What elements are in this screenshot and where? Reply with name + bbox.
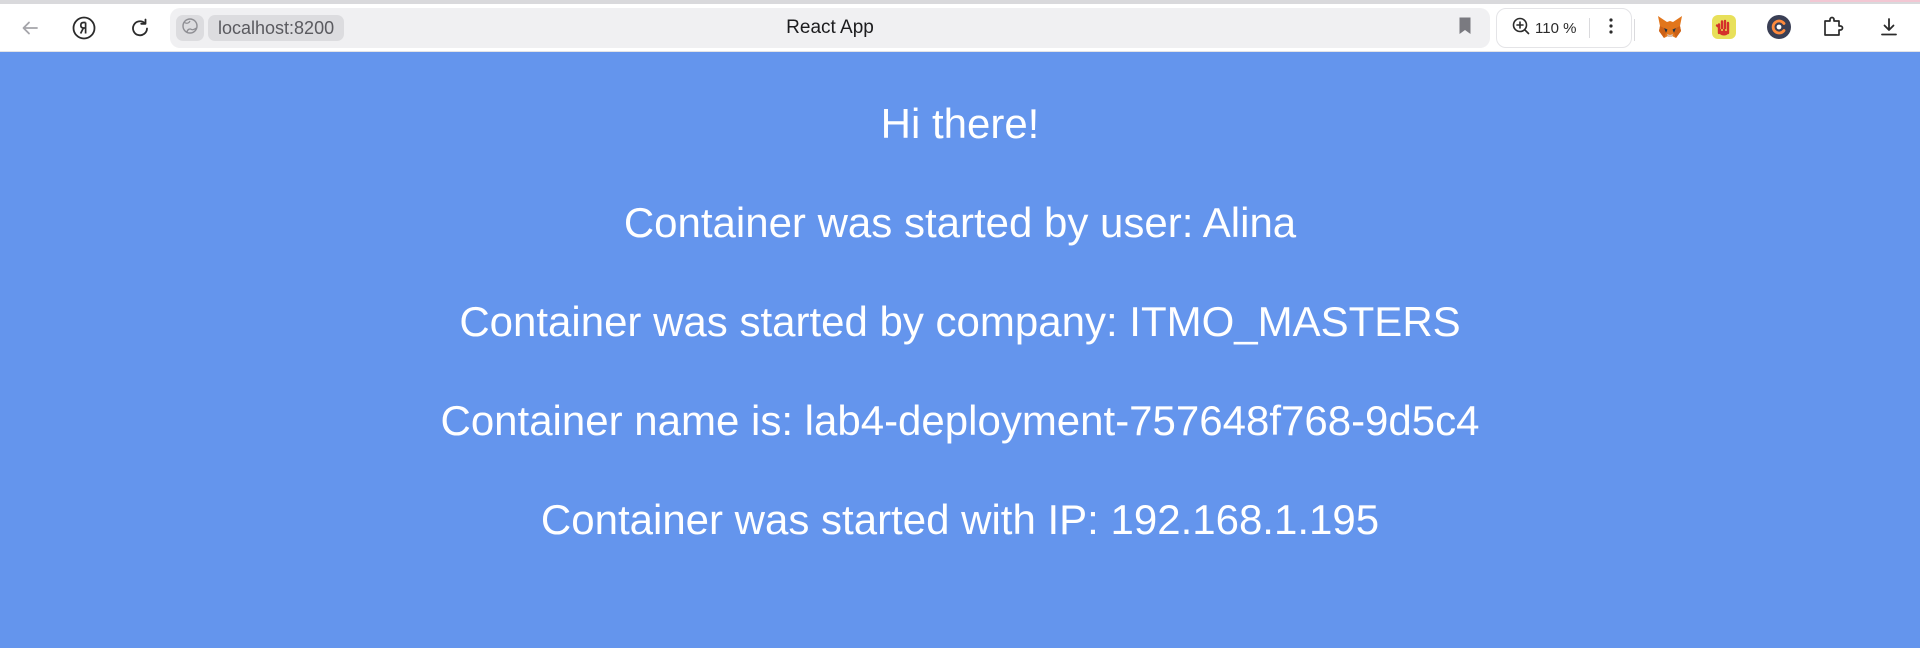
window-top-accent-highlight [1810, 0, 1920, 2]
browser-window: localhost:8200 React App 110 % Hi there!… [0, 0, 1920, 648]
site-globe-icon [181, 17, 199, 40]
downloads-button[interactable] [1874, 14, 1904, 44]
toolbar-divider [1634, 19, 1635, 41]
zoom-level: 110 % [1535, 19, 1577, 37]
bookmark-button[interactable] [1454, 17, 1476, 39]
back-arrow-icon [19, 17, 41, 39]
page-content: Hi there! Container was started by user:… [0, 52, 1920, 648]
extension-hand-button[interactable] [1709, 14, 1739, 44]
container-name-text: Container name is: lab4-deployment-75764… [440, 397, 1480, 444]
yandex-logo-icon [71, 15, 97, 41]
reload-icon [128, 16, 152, 40]
more-vertical-icon [1608, 17, 1614, 40]
browser-toolbar: localhost:8200 React App 110 % [0, 4, 1920, 52]
zoom-separator [1589, 18, 1590, 38]
url-text[interactable]: localhost:8200 [208, 15, 345, 41]
bookmark-icon [1457, 16, 1473, 41]
address-bar[interactable]: localhost:8200 React App [170, 8, 1490, 48]
back-button[interactable] [14, 12, 46, 44]
site-info-button[interactable] [176, 15, 204, 41]
extensions-puzzle-icon [1821, 15, 1845, 44]
user-info-text: Container was started by user: Alina [623, 199, 1297, 246]
reload-button[interactable] [124, 12, 156, 44]
download-icon [1878, 16, 1900, 43]
more-menu-button[interactable] [1593, 9, 1629, 47]
yandex-button[interactable] [68, 12, 100, 44]
company-info-text: Container was started by company: ITMO_M… [459, 298, 1461, 345]
zoom-controls: 110 % [1496, 8, 1632, 48]
greeting-heading: Hi there! [880, 100, 1040, 147]
metamask-fox-icon [1656, 14, 1684, 45]
zoom-button[interactable]: 110 % [1497, 9, 1589, 47]
extension-circle-c-button[interactable] [1764, 14, 1794, 44]
extension-metamask-button[interactable] [1655, 14, 1685, 44]
hand-extension-icon [1710, 13, 1738, 46]
circle-c-extension-icon [1766, 14, 1792, 45]
zoom-in-icon [1511, 16, 1531, 41]
page-tab-title: React App [786, 17, 874, 38]
extensions-menu-button[interactable] [1818, 14, 1848, 44]
container-ip-text: Container was started with IP: 192.168.1… [540, 496, 1380, 543]
